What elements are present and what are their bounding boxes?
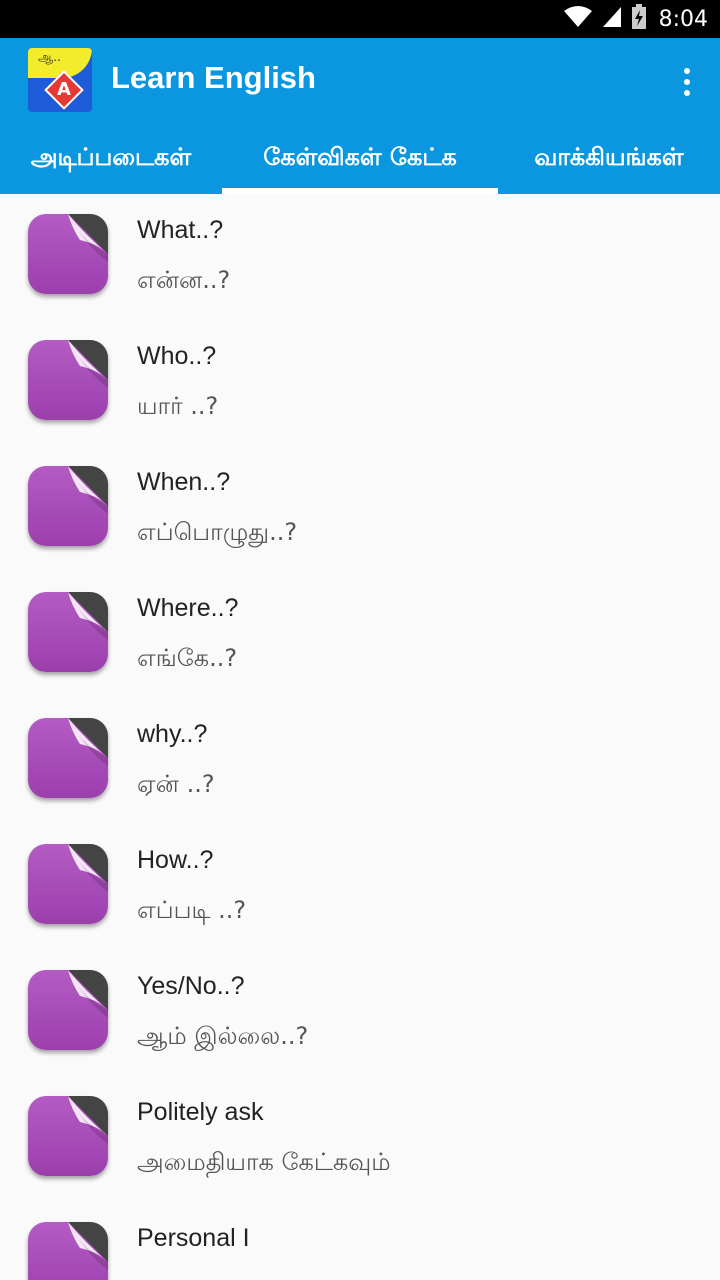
document-icon	[28, 844, 108, 924]
status-time: 8:04	[658, 6, 708, 32]
list-item[interactable]: why..? ஏன் ..?	[0, 698, 720, 824]
tab-ask-questions[interactable]: கேள்விகள் கேட்க	[222, 124, 498, 194]
logo-letter: A	[57, 79, 71, 100]
list-item[interactable]: What..? என்ன..?	[0, 194, 720, 320]
document-icon	[28, 1096, 108, 1176]
item-title: Where..?	[137, 594, 239, 622]
document-icon	[28, 592, 108, 672]
list-item[interactable]: Where..? எங்கே..?	[0, 572, 720, 698]
overflow-menu-icon[interactable]	[672, 62, 702, 102]
tab-bar: அடிப்படைகள் கேள்விகள் கேட்க வாக்கியங்கள்	[0, 124, 720, 194]
document-icon	[28, 340, 108, 420]
item-title: Who..?	[137, 342, 217, 370]
list-item[interactable]: Personal I	[0, 1202, 720, 1280]
item-subtitle: எப்படி ..?	[137, 896, 247, 924]
item-title: What..?	[137, 216, 224, 244]
logo-text: ஆ..	[38, 50, 61, 64]
item-subtitle: யார் ..?	[137, 392, 219, 420]
item-subtitle: அமைதியாக கேட்கவும்	[137, 1148, 391, 1176]
list-item[interactable]: Who..? யார் ..?	[0, 320, 720, 446]
app-bar: ஆ.. A Learn English	[0, 38, 720, 124]
item-title: Yes/No..?	[137, 972, 245, 1000]
question-list: What..? என்ன..? Who..? யார் ..? When..? எப்பொ…	[0, 194, 720, 1280]
tab-basics[interactable]: அடிப்படைகள்	[0, 124, 222, 194]
item-subtitle: ஆம் இல்லை..?	[137, 1022, 309, 1050]
list-item[interactable]: When..? எப்பொழுது..?	[0, 446, 720, 572]
battery-charging-icon	[631, 4, 647, 34]
list-item[interactable]: Yes/No..? ஆம் இல்லை..?	[0, 950, 720, 1076]
item-title: why..?	[137, 720, 208, 748]
wifi-icon	[563, 5, 593, 33]
status-bar: 8:04	[0, 0, 720, 38]
document-icon	[28, 214, 108, 294]
signal-icon	[601, 5, 623, 33]
item-title: Politely ask	[137, 1098, 264, 1126]
app-logo: ஆ.. A	[28, 48, 92, 112]
item-subtitle: எப்பொழுது..?	[137, 518, 298, 546]
document-icon	[28, 1222, 108, 1280]
item-title: Personal I	[137, 1224, 250, 1252]
item-subtitle: ஏன் ..?	[137, 770, 215, 798]
item-subtitle: என்ன..?	[137, 266, 231, 294]
document-icon	[28, 970, 108, 1050]
item-subtitle: எங்கே..?	[137, 644, 238, 672]
tab-sentences[interactable]: வாக்கியங்கள்	[498, 124, 720, 194]
app-title: Learn English	[111, 60, 316, 95]
list-item[interactable]: How..? எப்படி ..?	[0, 824, 720, 950]
item-title: When..?	[137, 468, 231, 496]
list-item[interactable]: Politely ask அமைதியாக கேட்கவும்	[0, 1076, 720, 1202]
document-icon	[28, 466, 108, 546]
document-icon	[28, 718, 108, 798]
item-title: How..?	[137, 846, 214, 874]
